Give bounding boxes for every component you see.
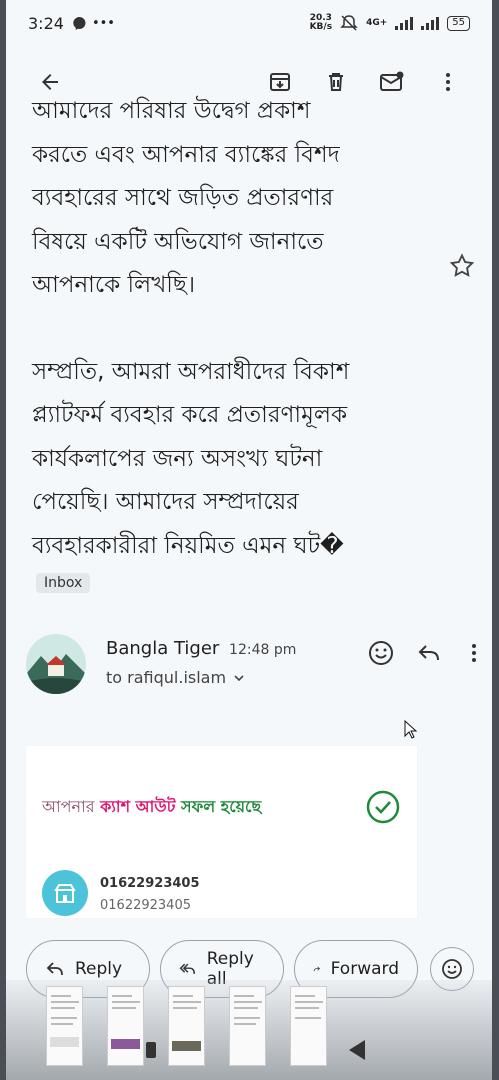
status-time: 3:24 [28,13,64,33]
recent-thumbnail[interactable] [168,986,205,1066]
email-content-card: আপনার ক্যাশ আউট সফল হয়েছে 01622923405 0… [26,746,417,918]
star-icon[interactable] [448,252,476,280]
email-body: আমাদের পরিষার উদ্বেগ প্রকাশ করতে এবং আপন… [32,98,442,568]
account-number-secondary: 01622923405 [100,898,191,913]
house-landscape-icon [26,634,86,694]
body-line: সম্প্রতি, আমরা অপরাধীদের বিকাশ [32,358,350,385]
gmail-screen: 3:24 ••• 20.3 KB/s 4G+ 55 আমাদের পরিষার … [6,0,492,1080]
recipient-text: to rafiqul.islam [106,668,227,687]
recent-thumbnail[interactable] [107,986,144,1066]
cashout-title: আপনার ক্যাশ আউট সফল হয়েছে [42,797,262,816]
body-line: করতে এবং আপনার ব্যাঙ্কের বিশদ [32,141,340,168]
net-speed: 20.3 KB/s [309,13,333,32]
recent-thumbnail[interactable] [229,986,266,1066]
sender-row: Bangla Tiger 12:48 pm to rafiqul.islam [24,630,484,700]
more-notifications-icon: ••• [91,15,115,31]
inbox-label[interactable]: Inbox [36,573,91,593]
emoji-icon [442,959,462,979]
back-nav-icon[interactable] [349,1040,365,1060]
signal-icon [395,16,414,30]
recent-thumbnail[interactable] [46,986,83,1066]
body-line: আপনাকে লিখছি। [32,272,196,298]
recent-thumbnail[interactable] [290,986,327,1066]
chevron-down-icon [234,674,244,681]
forward-icon [313,966,320,972]
body-line: কার্যকলাপের জন্য অসংখ্য ঘটনা [32,445,323,472]
recent-thumbnails [46,986,327,1066]
network-type: 4G+ [366,18,388,28]
battery-icon: 55 [447,15,470,31]
sender-time: 12:48 pm [229,642,297,658]
home-nav-icon[interactable] [146,1042,156,1058]
status-bar: 3:24 ••• 20.3 KB/s 4G+ 55 [6,0,492,46]
sender-name[interactable]: Bangla Tiger [106,638,219,659]
body-line: ব্যবহারকারীরা নিয়মিত এমন ঘট� [32,532,344,559]
body-line: পেয়েছি। আমাদের সম্প্রদায়ের [32,489,299,515]
shop-icon [42,870,88,916]
messenger-icon [73,16,86,30]
reply-icon [46,962,63,976]
reply-all-icon [179,963,196,974]
reply-icon[interactable] [416,640,442,666]
account-number: 01622923405 [100,876,200,891]
avatar[interactable] [26,634,86,694]
mouse-cursor-icon [404,719,418,744]
body-line: প্ল্যাটফর্ম ব্যবহার করে প্রতারণামূলক [32,402,348,428]
recipient-details[interactable]: to rafiqul.islam [106,668,246,687]
body-line: ব্যবহারের সাথে জড়িত প্রতারণার [32,185,334,211]
check-circle-icon [366,790,400,824]
signal-icon-2 [421,16,440,30]
mute-bell-icon [340,15,358,31]
emoji-react-icon[interactable] [368,640,394,666]
more-vert-icon[interactable] [464,641,484,665]
body-line: বিষয়ে একটি অভিযোগ জানাতে [32,228,324,255]
